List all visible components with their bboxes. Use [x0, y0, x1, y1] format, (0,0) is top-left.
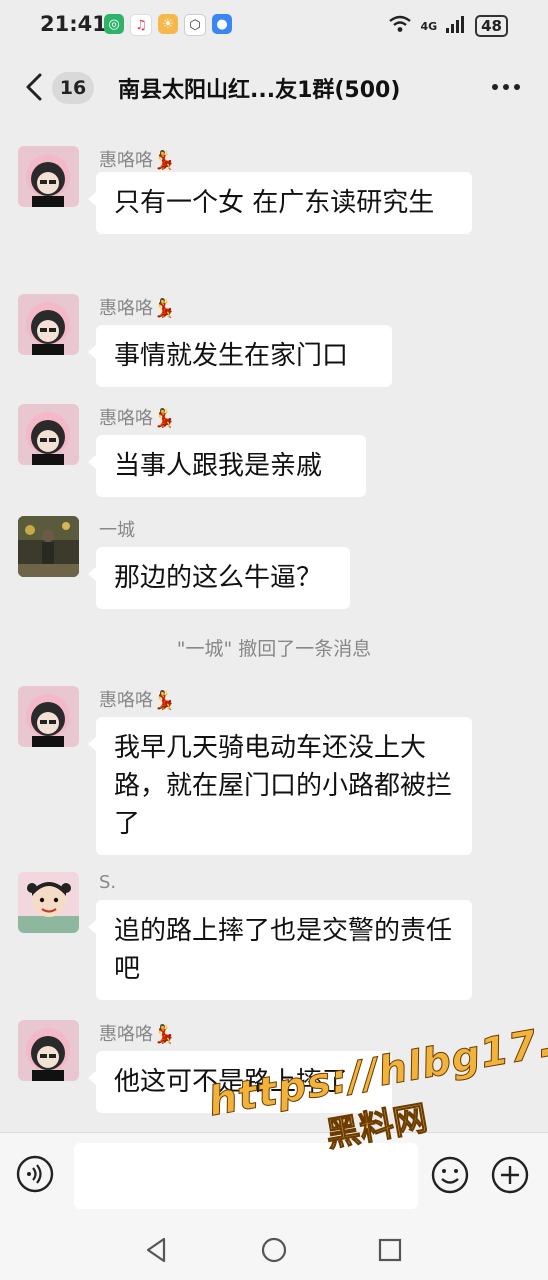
input-bar — [0, 1132, 548, 1221]
message-bubble[interactable]: 只有一个女 在广东读研究生 — [88, 172, 472, 234]
plus-icon — [491, 1156, 529, 1194]
more-options-button[interactable] — [490, 74, 522, 100]
back-button[interactable] — [20, 70, 50, 104]
girl-avatar[interactable] — [18, 294, 79, 355]
network-type: 4G — [420, 19, 438, 33]
girl-avatar[interactable] — [18, 404, 79, 465]
chat-header: 16 南县太阳山红...友1群(500) — [0, 58, 548, 118]
recall-notice: "一城" 撤回了一条消息 — [176, 638, 372, 660]
sender-name: 惠咯咯💃 — [99, 1024, 176, 1045]
sender-name: 惠咯咯💃 — [99, 298, 176, 319]
page-title: 南县太阳山红...友1群(500) — [118, 78, 401, 103]
message-input[interactable] — [74, 1143, 418, 1209]
message-bubble[interactable]: 当事人跟我是亲戚 — [88, 435, 366, 497]
notification-icons: ◎ ♫ ☀ ⬡ ● — [104, 14, 232, 36]
fingerprint-app-icon: ◎ — [104, 14, 124, 34]
man-avatar[interactable] — [18, 516, 79, 577]
chevron-left-icon — [26, 73, 42, 101]
emoji-button[interactable] — [430, 1155, 470, 1195]
nav-recents-button[interactable] — [374, 1234, 406, 1266]
girl-avatar[interactable] — [18, 146, 79, 207]
chat-app-icon: ● — [212, 14, 232, 34]
message-bubble[interactable]: 我早几天骑电动车还没上大路，就在屋门口的小路都被拦了 — [88, 717, 472, 855]
circle-home-icon — [261, 1237, 287, 1263]
system-navigation-bar — [0, 1220, 548, 1280]
sender-name: 一城 — [99, 520, 135, 541]
message-list[interactable]: 惠咯咯💃 只有一个女 在广东读研究生 惠咯咯💃 事情就发生在家门口 惠咯咯💃 当… — [0, 130, 548, 1130]
girl-avatar[interactable] — [18, 686, 79, 747]
status-right: 4G 48 — [388, 14, 508, 38]
message-bubble[interactable]: 事情就发生在家门口 — [88, 325, 392, 387]
more-dots-icon — [492, 84, 520, 90]
photo-app-icon: ☀ — [158, 14, 178, 34]
sender-name: 惠咯咯💃 — [99, 408, 176, 429]
triangle-back-icon — [146, 1237, 166, 1263]
cartoon-avatar[interactable] — [18, 872, 79, 933]
unread-count-badge[interactable]: 16 — [52, 72, 94, 104]
battery-indicator: 48 — [475, 15, 508, 37]
signal-icon — [445, 14, 467, 38]
nav-back-button[interactable] — [140, 1234, 172, 1266]
message-bubble[interactable]: 他这可不是路上摔了 — [88, 1051, 392, 1113]
nav-home-button[interactable] — [258, 1234, 290, 1266]
message-bubble[interactable]: 追的路上摔了也是交警的责任吧 — [88, 900, 472, 1000]
sender-name: 惠咯咯💃 — [99, 690, 176, 711]
message-bubble[interactable]: 那边的这么牛逼？ — [88, 547, 350, 609]
voice-input-button[interactable] — [16, 1155, 54, 1193]
status-bar: 21:41 ◎ ♫ ☀ ⬡ ● 4G 48 — [0, 0, 548, 56]
girl-avatar[interactable] — [18, 1020, 79, 1081]
voice-icon — [16, 1155, 54, 1193]
status-time: 21:41 — [40, 12, 107, 36]
music-app-icon: ♫ — [130, 14, 152, 36]
square-recents-icon — [378, 1238, 402, 1262]
more-functions-button[interactable] — [490, 1155, 530, 1195]
smiley-icon — [431, 1156, 469, 1194]
sender-name: S. — [99, 872, 117, 893]
sender-name: 惠咯咯💃 — [99, 150, 176, 171]
wifi-icon — [388, 14, 412, 38]
shield-app-icon: ⬡ — [184, 14, 206, 36]
